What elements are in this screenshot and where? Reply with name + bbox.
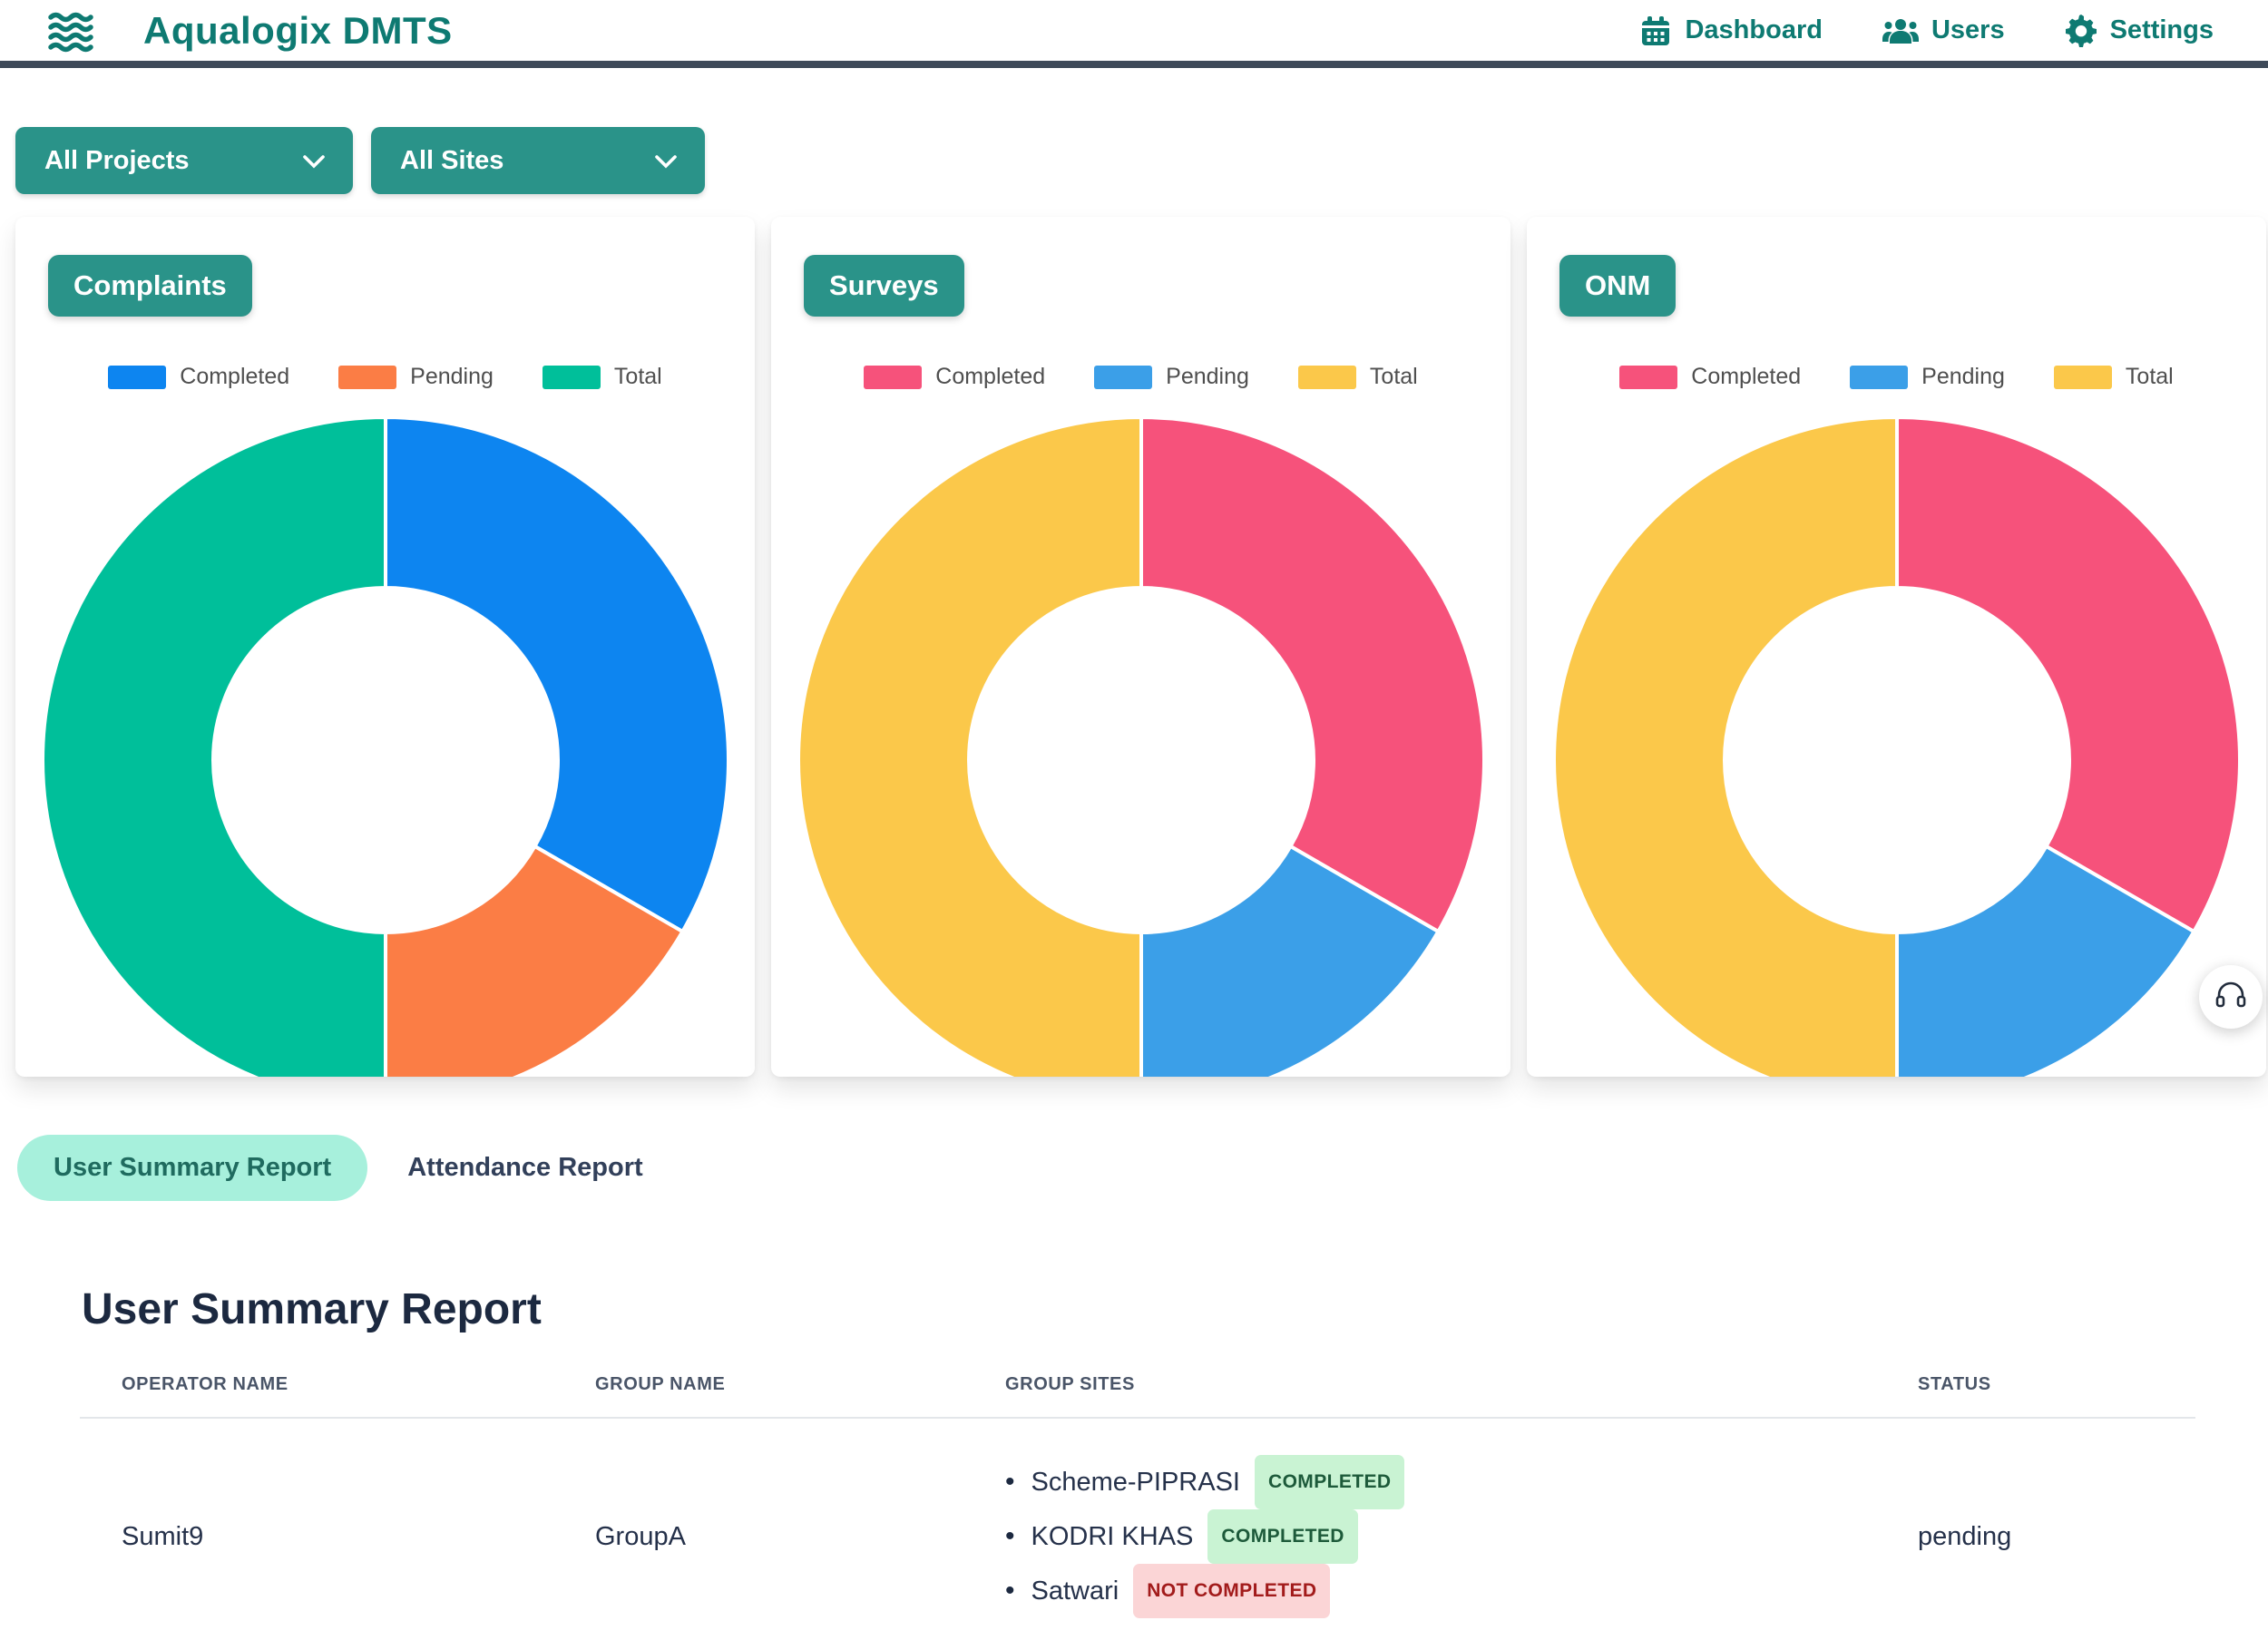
- donut-segment-total: [43, 417, 386, 1077]
- site-line: • Satwari NOT COMPLETED: [1005, 1564, 1918, 1618]
- legend-swatch-total: [543, 366, 601, 389]
- nav-dashboard[interactable]: Dashboard: [1639, 15, 1822, 47]
- nav-users[interactable]: Users: [1882, 15, 2005, 46]
- projects-dropdown-value: All Projects: [44, 146, 190, 176]
- donut-segment-total: [1554, 417, 1897, 1077]
- onm-legend: Completed Pending Total: [1527, 364, 2266, 390]
- filter-bar: All Projects All Sites: [15, 127, 2268, 194]
- waves-menu-icon[interactable]: [47, 9, 94, 53]
- site-name: KODRI KHAS: [1031, 1515, 1194, 1558]
- site-status-badge: COMPLETED: [1207, 1509, 1357, 1564]
- bullet-icon: •: [1005, 1515, 1015, 1558]
- legend-swatch-pending: [1094, 366, 1152, 389]
- operator-name-cell: Sumit9: [80, 1522, 595, 1552]
- tab-user-summary-report[interactable]: User Summary Report: [17, 1135, 367, 1201]
- surveys-donut-chart: [795, 414, 1488, 1077]
- legend-swatch-total: [1298, 366, 1356, 389]
- projects-dropdown[interactable]: All Projects: [15, 127, 353, 194]
- complaints-card: Complaints Completed Pending Total: [15, 217, 755, 1077]
- col-group-sites: GROUP SITES: [1005, 1374, 1918, 1395]
- nav-dashboard-label: Dashboard: [1685, 15, 1822, 45]
- nav-users-label: Users: [1931, 15, 2005, 45]
- report-title: User Summary Report: [82, 1284, 2268, 1334]
- col-operator-name: OPERATOR NAME: [80, 1374, 595, 1395]
- support-fab[interactable]: [2199, 965, 2263, 1029]
- donut-segment-completed: [386, 417, 728, 932]
- surveys-legend: Completed Pending Total: [771, 364, 1510, 390]
- chevron-down-icon: [654, 146, 678, 176]
- col-status: STATUS: [1918, 1374, 2195, 1395]
- calendar-icon: [1639, 15, 1672, 47]
- headphones-icon: [2215, 981, 2246, 1014]
- complaints-legend: Completed Pending Total: [15, 364, 755, 390]
- table-header-row: OPERATOR NAME GROUP NAME GROUP SITES STA…: [80, 1374, 2195, 1419]
- nav-settings[interactable]: Settings: [2065, 15, 2214, 47]
- legend-swatch-completed: [1619, 366, 1677, 389]
- legend-swatch-total: [2054, 366, 2112, 389]
- charts-row: Complaints Completed Pending Total Surve…: [0, 217, 2268, 1077]
- donut-segment-total: [798, 417, 1141, 1077]
- col-group-name: GROUP NAME: [595, 1374, 1005, 1395]
- bullet-icon: •: [1005, 1569, 1015, 1613]
- top-navbar: Aqualogix DMTS Dashboard: [0, 0, 2268, 68]
- sites-dropdown-value: All Sites: [400, 146, 503, 176]
- complaints-donut-chart: [39, 414, 732, 1077]
- table-row: Sumit9 GroupA • Scheme-PIPRASI COMPLETED • K…: [80, 1419, 2195, 1640]
- surveys-card: Surveys Completed Pending Total: [771, 217, 1510, 1077]
- status-cell: pending: [1918, 1522, 2195, 1552]
- sites-dropdown[interactable]: All Sites: [371, 127, 705, 194]
- legend-swatch-completed: [108, 366, 166, 389]
- tab-attendance-report[interactable]: Attendance Report: [407, 1153, 642, 1183]
- group-name-cell: GroupA: [595, 1522, 1005, 1552]
- legend-swatch-pending: [338, 366, 396, 389]
- table-body: Sumit9 GroupA • Scheme-PIPRASI COMPLETED • K…: [80, 1419, 2195, 1640]
- gear-icon: [2065, 15, 2097, 47]
- site-status-badge: COMPLETED: [1255, 1455, 1404, 1509]
- site-name: Satwari: [1031, 1569, 1119, 1613]
- onm-card-title: ONM: [1559, 255, 1676, 317]
- report-tabs: User Summary Report Attendance Report: [17, 1135, 2268, 1201]
- donut-segment-completed: [1141, 417, 1484, 932]
- donut-segment-completed: [1897, 417, 2240, 932]
- site-name: Scheme-PIPRASI: [1031, 1460, 1240, 1504]
- complaints-card-title: Complaints: [48, 255, 252, 317]
- group-sites-cell: • Scheme-PIPRASI COMPLETED • KODRI KHAS COMPL…: [1005, 1455, 1918, 1618]
- site-line: • KODRI KHAS COMPLETED: [1005, 1509, 1918, 1564]
- user-summary-table: OPERATOR NAME GROUP NAME GROUP SITES STA…: [80, 1374, 2195, 1640]
- legend-swatch-pending: [1850, 366, 1908, 389]
- onm-card: ONM Completed Pending Total: [1527, 217, 2266, 1077]
- bullet-icon: •: [1005, 1460, 1015, 1504]
- site-status-badge: NOT COMPLETED: [1133, 1564, 1330, 1618]
- users-icon: [1882, 15, 1919, 46]
- app-title: Aqualogix DMTS: [143, 9, 453, 53]
- site-line: • Scheme-PIPRASI COMPLETED: [1005, 1455, 1918, 1509]
- onm-donut-chart: [1550, 414, 2244, 1077]
- legend-swatch-completed: [864, 366, 922, 389]
- surveys-card-title: Surveys: [804, 255, 964, 317]
- nav-settings-label: Settings: [2110, 15, 2214, 45]
- chevron-down-icon: [302, 146, 326, 176]
